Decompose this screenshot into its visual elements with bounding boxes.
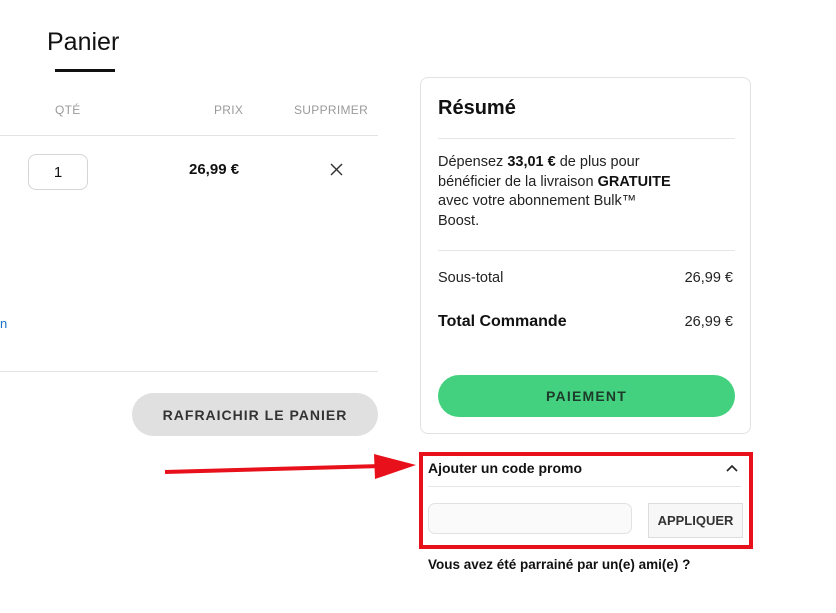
coupon-divider (428, 486, 741, 487)
page-title: Panier (47, 28, 120, 56)
summary-divider (438, 138, 735, 139)
promo-free-label: GRATUITE (597, 173, 671, 190)
cart-bottom-divider (0, 371, 378, 372)
annotation-arrow-icon (164, 454, 416, 479)
subtotal-label: Sous-total (438, 270, 504, 286)
chevron-up-icon[interactable] (725, 463, 739, 473)
refresh-cart-button[interactable]: RAFRAICHIR LE PANIER (132, 393, 378, 436)
summary-divider (438, 250, 735, 251)
promo-text-part: avec votre abonnement Bulk™ Boost. (438, 193, 637, 229)
column-header-remove: SUPPRIMER (294, 103, 369, 117)
order-total-value: 26,99 € (684, 314, 733, 330)
quantity-input[interactable]: 1 (28, 154, 88, 190)
order-total-label: Total Commande (438, 313, 567, 330)
item-price: 26,99 € (189, 161, 240, 178)
column-header-qty: QTÉ (55, 103, 81, 117)
summary-title: Résumé (438, 97, 516, 119)
column-header-price: PRIX (214, 103, 244, 117)
order-summary-card: Résumé Dépensez 33,01 € de plus pour bén… (420, 77, 751, 434)
referral-link[interactable]: Vous avez été parrainé par un(e) ami(e) … (428, 557, 690, 572)
apply-coupon-button[interactable]: APPLIQUER (648, 503, 743, 538)
checkout-button[interactable]: PAIEMENT (438, 375, 735, 417)
table-header-divider (0, 135, 378, 136)
coupon-code-input[interactable] (428, 503, 632, 534)
promo-text-part: Dépensez (438, 154, 508, 170)
product-link-fragment[interactable]: n (0, 316, 7, 331)
promo-amount: 33,01 € (507, 154, 556, 170)
coupon-toggle-label[interactable]: Ajouter un code promo (428, 460, 582, 476)
free-shipping-message: Dépensez 33,01 € de plus pour bénéficier… (438, 153, 678, 231)
title-underline (55, 69, 115, 72)
subtotal-value: 26,99 € (684, 270, 733, 286)
close-icon[interactable] (329, 162, 344, 177)
